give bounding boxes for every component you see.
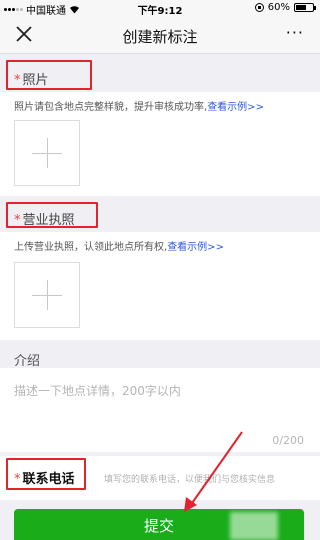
photo-upload-button[interactable] (14, 120, 80, 186)
license-hint-text: 上传营业执照，认领此地点所有权, (14, 242, 168, 253)
photo-hint-text: 照片请包含地点完整样貌，提升审核成功率, (14, 102, 208, 113)
battery-fill (296, 5, 306, 10)
license-hint: 上传营业执照，认领此地点所有权,查看示例>> (14, 238, 224, 253)
license-label-highlight (6, 202, 98, 228)
license-example-link[interactable]: 查看示例>> (167, 242, 224, 253)
char-counter: 0/200 (272, 434, 304, 447)
photo-example-link[interactable]: 查看示例>> (207, 102, 264, 113)
license-section: 上传营业执照，认领此地点所有权,查看示例>> (0, 232, 320, 340)
photo-section: 照片请包含地点完整样貌，提升审核成功率,查看示例>> (0, 92, 320, 196)
intro-textarea[interactable]: 描述一下地点详情，200字以内 0/200 (0, 368, 320, 452)
rotation-lock-icon (254, 3, 264, 12)
photo-hint: 照片请包含地点完整样貌，提升审核成功率,查看示例>> (14, 98, 264, 113)
nav-bar: 创建新标注 ··· (0, 16, 320, 54)
photo-label-highlight (6, 60, 92, 90)
status-right: 60% (254, 2, 316, 13)
license-upload-button[interactable] (14, 262, 80, 328)
phone-input-placeholder: 填写您的联系电话，以便我们与您核实信息 (104, 475, 276, 485)
more-icon[interactable]: ··· (286, 25, 304, 41)
phone-label-highlight (6, 458, 86, 490)
intro-label: 介绍 (14, 354, 41, 369)
page-title: 创建新标注 (122, 28, 198, 46)
mosaic-watermark (230, 512, 278, 540)
battery-percent: 60% (267, 2, 290, 13)
intro-placeholder: 描述一下地点详情，200字以内 (14, 384, 181, 398)
battery-icon (294, 3, 316, 12)
status-bar: 中国联通 下午9:12 60% (0, 0, 320, 17)
